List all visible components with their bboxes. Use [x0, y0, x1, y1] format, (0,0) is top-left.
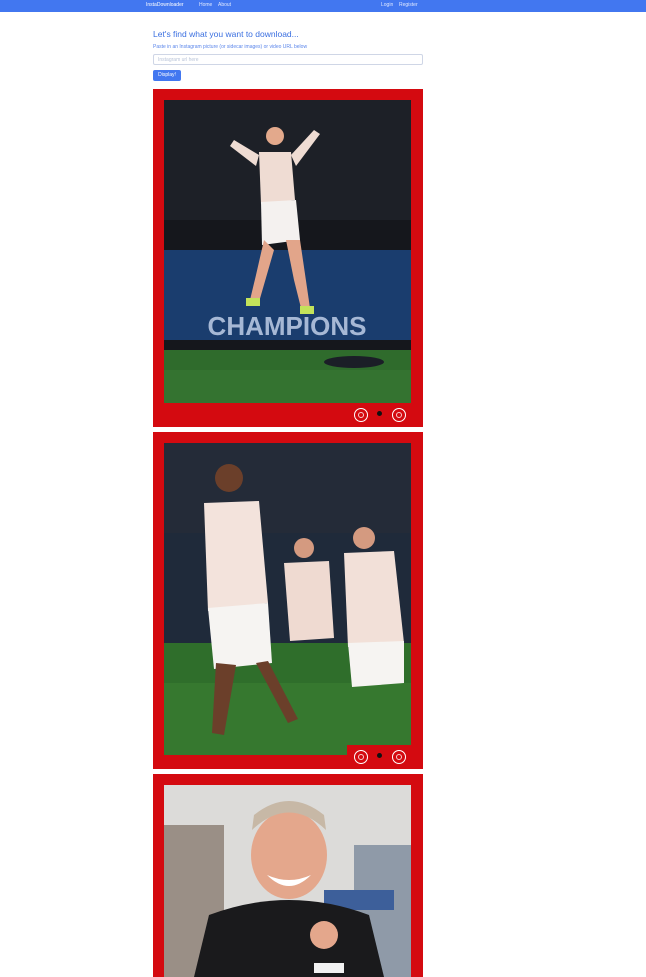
match-badge: [347, 403, 412, 427]
result-image-card[interactable]: [153, 432, 423, 769]
nav-link-about[interactable]: About: [218, 2, 231, 8]
result-photo-manager-smiling: [164, 785, 411, 977]
nav-link-home[interactable]: Home: [199, 2, 212, 8]
brand-logo[interactable]: InstaDownloader: [146, 2, 184, 8]
result-image-card[interactable]: CHAMPIONS: [153, 89, 423, 427]
man-utd-crest-icon: [392, 750, 406, 764]
psg-crest-icon: [354, 750, 368, 764]
page-title: Let's find what you want to download...: [153, 29, 299, 39]
form-instructions: Paste in an Instagram picture (or sideca…: [153, 44, 308, 50]
nav-link-login[interactable]: Login: [381, 2, 393, 8]
man-utd-crest-icon: [392, 408, 406, 422]
nav-link-register[interactable]: Register: [399, 2, 418, 8]
versus-icon: [377, 411, 382, 416]
match-badge: [347, 745, 412, 769]
result-photo-players-running: [164, 443, 411, 755]
psg-crest-icon: [354, 408, 368, 422]
display-button[interactable]: Display!: [153, 70, 181, 81]
result-image-card[interactable]: [153, 774, 423, 977]
svg-text:CHAMPIONS: CHAMPIONS: [208, 311, 367, 341]
versus-icon: [377, 753, 382, 758]
url-input[interactable]: [153, 54, 423, 65]
navbar: InstaDownloader Home About Login Registe…: [0, 0, 646, 12]
result-photo-player-jumping: CHAMPIONS: [164, 100, 411, 403]
